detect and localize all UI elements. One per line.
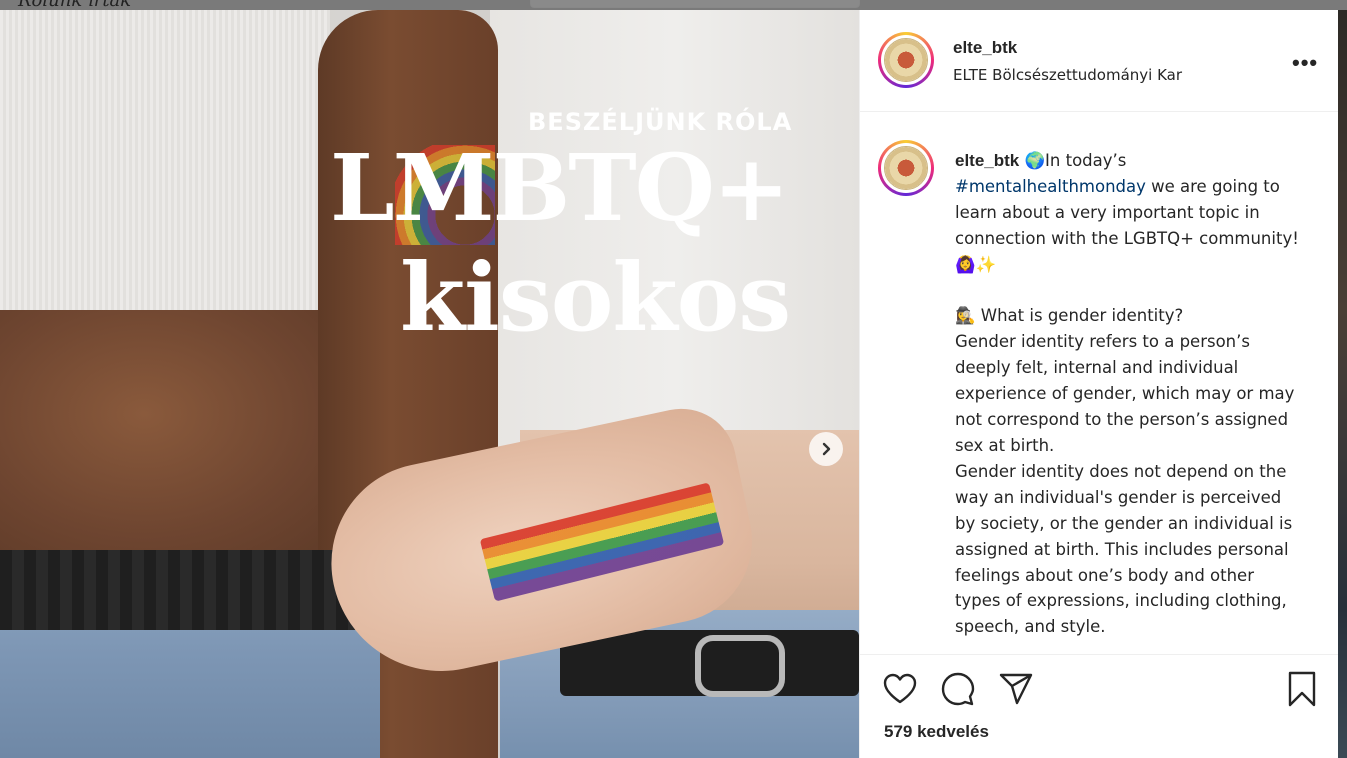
more-options-button[interactable]: ••• (1292, 50, 1318, 76)
avatar[interactable] (878, 32, 934, 88)
post-media[interactable]: BESZÉLJÜNK RÓLA LMBTQ+ kisokos (0, 10, 859, 758)
photo-belt-buckle (695, 635, 785, 697)
chevron-right-icon (822, 442, 831, 456)
post-modal: BESZÉLJÜNK RÓLA LMBTQ+ kisokos elte_btk … (0, 10, 1338, 758)
heart-icon (883, 673, 917, 704)
caption-text-intro: In today’s (1045, 151, 1132, 170)
media-overlay-title-line2: kisokos (400, 243, 791, 353)
comment-button[interactable] (940, 671, 976, 707)
send-icon (999, 673, 1033, 705)
hashtag-link[interactable]: #mentalhealthmonday (955, 177, 1146, 196)
caption-text-body: we are going to learn about a very impor… (955, 176, 1299, 637)
likes-count[interactable]: 579 kedvelés (884, 722, 989, 742)
photo-belt-left (0, 550, 370, 630)
bookmark-icon (1288, 671, 1316, 707)
media-overlay-subtitle: BESZÉLJÜNK RÓLA (528, 108, 793, 136)
save-button[interactable] (1284, 671, 1320, 707)
media-overlay-title-line1: LMBTQ+ (330, 134, 790, 242)
post-side-panel: elte_btk ELTE Bölcsészettudományi Kar ••… (859, 10, 1338, 758)
header-username[interactable]: elte_btk (953, 38, 1017, 58)
university-seal-icon (884, 38, 928, 82)
next-post-peek[interactable] (1338, 10, 1347, 758)
like-button[interactable] (882, 671, 918, 707)
globe-emoji: 🌍 (1024, 151, 1046, 170)
search-input[interactable] (530, 0, 860, 8)
more-dots-icon: ••• (1292, 50, 1319, 75)
caption-username[interactable]: elte_btk (955, 151, 1019, 170)
photo-torso-left (0, 310, 360, 570)
post-caption: elte_btk 🌍In today’s #mentalhealthmonday… (955, 148, 1300, 640)
carousel-next-button[interactable] (809, 432, 843, 466)
post-actions: 579 kedvelés (860, 654, 1338, 758)
university-seal-icon (884, 146, 928, 190)
header-full-name: ELTE Bölcsészettudományi Kar (953, 66, 1183, 84)
photo-crop-top-left (0, 10, 330, 340)
top-navigation-bar: Rólunk írták (0, 0, 1347, 11)
caption-scroll-area[interactable]: elte_btk 🌍In today’s #mentalhealthmonday… (860, 112, 1338, 654)
share-button[interactable] (998, 671, 1034, 707)
post-header: elte_btk ELTE Bölcsészettudományi Kar ••… (860, 10, 1338, 112)
comment-icon (941, 672, 975, 706)
caption-avatar[interactable] (878, 140, 934, 196)
